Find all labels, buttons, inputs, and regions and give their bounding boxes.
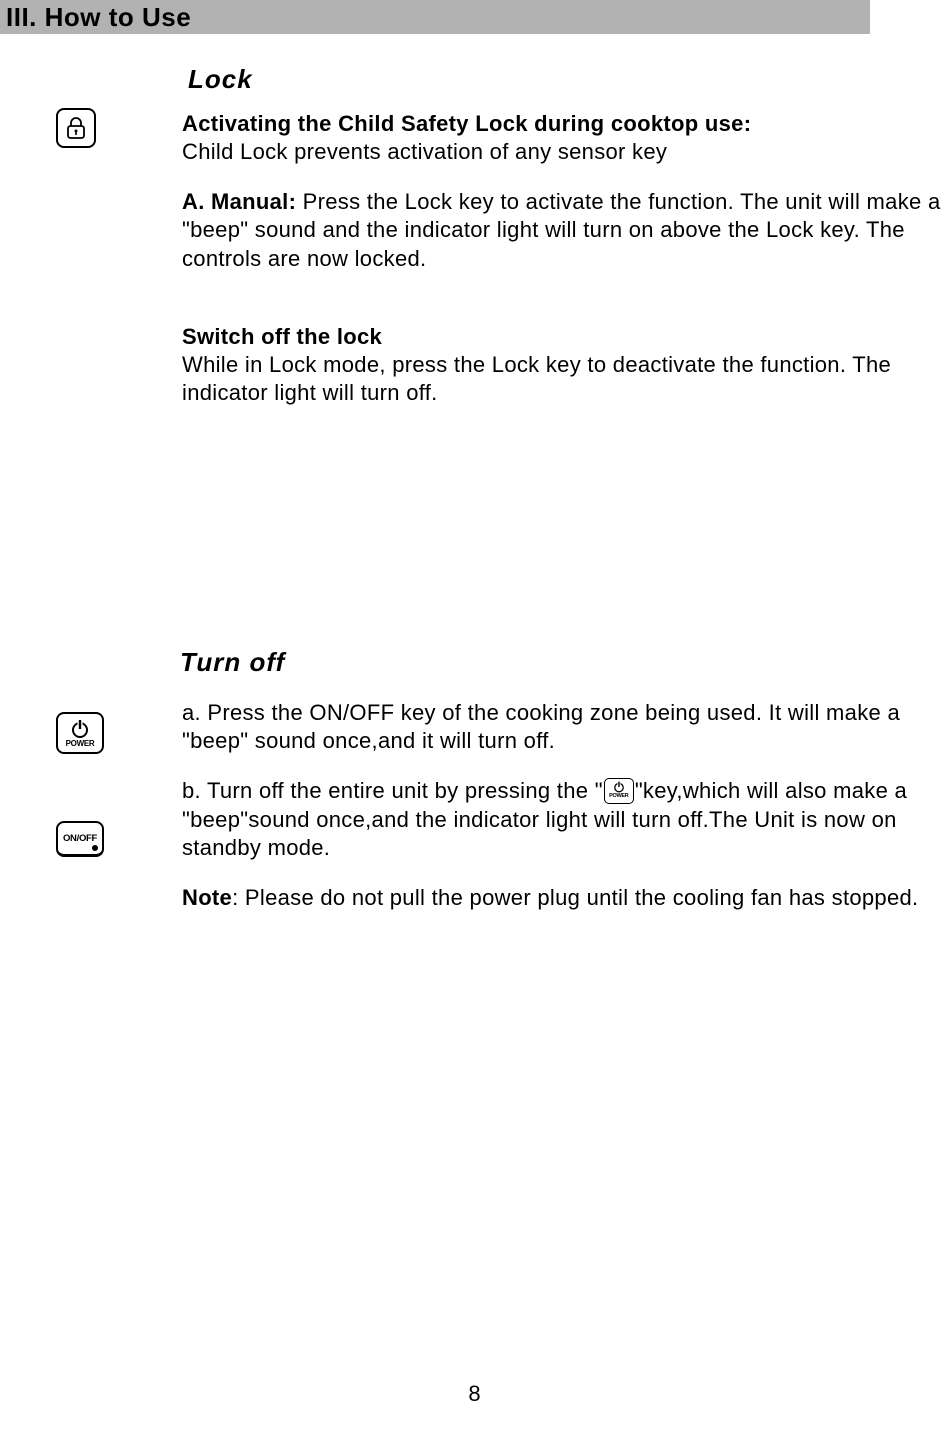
inline-power-icon: POWER [604,778,634,804]
lock-activating-heading: Activating the Child Safety Lock during … [182,111,751,136]
lock-switch-body: While in Lock mode, press the Lock key t… [182,352,891,405]
onoff-icon: ON/OFF [56,821,104,857]
turnoff-b-pre: b. Turn off the entire unit by pressing … [182,778,603,803]
lock-manual-heading: A. Manual: [182,189,303,214]
turnoff-note-heading: Note [182,885,232,910]
lock-switch-heading: Switch off the lock [182,324,382,349]
lock-activating-sub: Child Lock prevents activation of any se… [182,139,667,164]
lock-icon [56,108,96,148]
turnoff-b-block: b. Turn off the entire unit by pressing … [182,777,949,862]
lock-section-body: Activating the Child Safety Lock during … [182,110,949,429]
turnoff-note-body: : Please do not pull the power plug unti… [232,885,918,910]
padlock-icon [65,116,87,140]
onoff-indicator-dot [92,845,98,851]
onoff-icon-label: ON/OFF [63,833,97,844]
turnoff-section-title: Turn off [180,647,285,678]
turnoff-note-block: Note: Please do not pull the power plug … [182,884,949,912]
lock-section-title: Lock [188,64,253,95]
lock-switch-block: Switch off the lock While in Lock mode, … [182,323,949,407]
section-header-text: III. How to Use [6,2,191,33]
lock-manual-block: A. Manual: Press the Lock key to activat… [182,188,949,272]
power-icon: POWER [56,712,104,754]
turnoff-a-block: a. Press the ON/OFF key of the cooking z… [182,699,949,755]
section-header: III. How to Use [0,0,870,34]
page-number: 8 [0,1381,949,1407]
lock-activating-block: Activating the Child Safety Lock during … [182,110,949,166]
power-symbol-icon [69,719,91,739]
turnoff-section-body: a. Press the ON/OFF key of the cooking z… [182,699,949,934]
power-icon-label: POWER [66,739,95,748]
inline-power-icon-label: POWER [609,793,628,800]
